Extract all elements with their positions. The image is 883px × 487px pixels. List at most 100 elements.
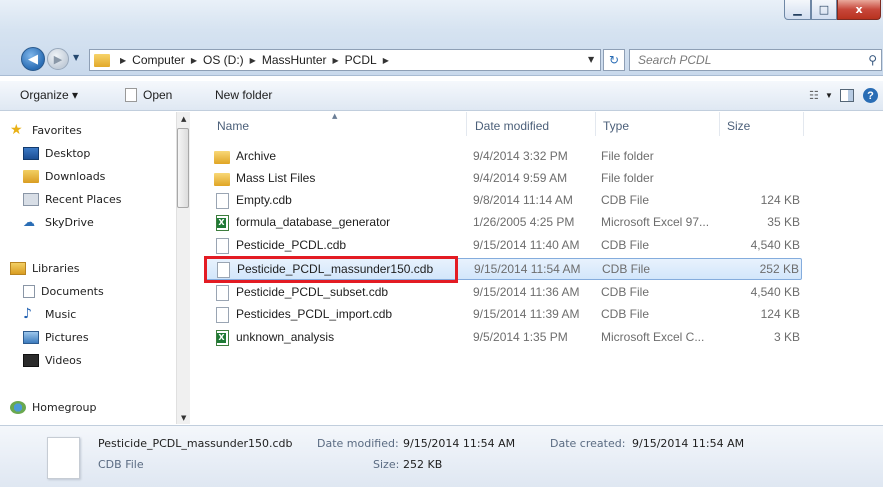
column-divider[interactable] <box>595 112 596 136</box>
title-bar: ▁ □ x ◀ ▶ ▼ ▶ Computer ▶ OS (D:) ▶ MassH… <box>0 0 883 76</box>
breadcrumb-os-drive[interactable]: OS (D:) <box>203 53 244 67</box>
file-size: 124 KB <box>760 193 800 207</box>
nav-music[interactable]: ♪ Music <box>23 306 77 322</box>
file-row-unknown-analysis[interactable]: unknown_analysis 9/5/2014 1:35 PM Micros… <box>205 327 802 349</box>
chevron-right-icon: ▶ <box>120 55 127 65</box>
column-divider[interactable] <box>803 112 804 136</box>
nav-label: SkyDrive <box>45 216 94 229</box>
details-filetype: CDB File <box>98 458 144 471</box>
documents-icon <box>23 285 35 298</box>
libraries-icon <box>10 262 26 275</box>
nav-label: Recent Places <box>45 193 122 206</box>
nav-label: Music <box>45 308 77 321</box>
file-type: CDB File <box>602 262 651 276</box>
column-divider[interactable] <box>466 112 467 136</box>
column-header-type[interactable]: Type <box>603 119 629 133</box>
excel-icon <box>216 330 229 346</box>
breadcrumb-masshunter[interactable]: MassHunter <box>262 53 327 67</box>
nav-downloads[interactable]: Downloads <box>23 170 105 183</box>
column-header-date[interactable]: Date modified <box>475 119 549 133</box>
scroll-up-icon[interactable]: ▲ <box>181 115 186 123</box>
file-row-formula-database-generator[interactable]: formula_database_generator 1/26/2005 4:2… <box>205 212 802 234</box>
details-date-modified-label: Date modified: <box>317 437 399 450</box>
nav-label: Homegroup <box>32 401 97 414</box>
chevron-right-icon[interactable]: ▶ <box>250 56 256 65</box>
nav-label: Favorites <box>32 124 82 137</box>
file-row-pesticide-pcdl[interactable]: Pesticide_PCDL.cdb 9/15/2014 11:40 AM CD… <box>205 235 802 257</box>
nav-libraries[interactable]: Libraries <box>10 262 80 275</box>
file-type: CDB File <box>601 238 650 252</box>
desktop-icon <box>23 147 39 160</box>
column-header-name[interactable]: Name <box>217 119 249 133</box>
breadcrumb-computer[interactable]: Computer <box>132 53 185 67</box>
file-date: 9/15/2014 11:40 AM <box>473 238 580 252</box>
sort-ascending-icon: ▲ <box>332 112 338 120</box>
file-type: Microsoft Excel C... <box>601 330 705 344</box>
file-type: Microsoft Excel 97... <box>601 215 710 229</box>
nav-homegroup[interactable]: Homegroup <box>10 401 96 414</box>
cloud-icon: ☁ <box>23 215 35 229</box>
details-size: 252 KB <box>403 458 443 471</box>
nav-desktop[interactable]: Desktop <box>23 147 90 160</box>
forward-button[interactable]: ▶ <box>47 48 69 70</box>
file-name: unknown_analysis <box>236 330 335 344</box>
file-size: 124 KB <box>760 307 800 321</box>
column-divider[interactable] <box>719 112 720 136</box>
search-box[interactable]: ⚲ <box>629 49 882 71</box>
file-icon <box>47 437 80 479</box>
file-icon <box>216 193 229 209</box>
details-pane <box>0 425 883 487</box>
nav-videos[interactable]: Videos <box>23 354 82 367</box>
open-button[interactable]: Open <box>125 88 172 102</box>
chevron-right-icon[interactable]: ▶ <box>333 56 339 65</box>
arrow-right-icon: ▶ <box>53 52 63 66</box>
address-bar[interactable]: ▶ Computer ▶ OS (D:) ▶ MassHunter ▶ PCDL… <box>89 49 601 71</box>
nav-skydrive[interactable]: ☁ SkyDrive <box>23 215 94 230</box>
file-date: 9/8/2014 11:14 AM <box>473 193 573 207</box>
folder-icon <box>214 151 230 164</box>
file-name: Archive <box>236 149 277 163</box>
help-icon[interactable]: ? <box>863 88 878 103</box>
new-folder-button[interactable]: New folder <box>215 88 272 102</box>
nav-recent-places[interactable]: Recent Places <box>23 193 122 206</box>
file-row-empty-cdb[interactable]: Empty.cdb 9/8/2014 11:14 AM CDB File 124… <box>205 190 802 212</box>
nav-documents[interactable]: Documents <box>23 285 104 298</box>
back-button[interactable]: ◀ <box>21 47 45 71</box>
minimize-button[interactable]: ▁ <box>784 0 811 20</box>
search-icon[interactable]: ⚲ <box>868 53 877 67</box>
nav-favorites[interactable]: ★ Favorites <box>10 123 82 137</box>
scroll-down-icon[interactable]: ▼ <box>181 414 186 422</box>
file-row-archive[interactable]: Archive 9/4/2014 3:32 PM File folder <box>205 146 802 168</box>
nav-scrollbar-thumb[interactable] <box>177 128 189 208</box>
maximize-button[interactable]: □ <box>811 0 837 20</box>
refresh-icon: ↻ <box>608 53 620 67</box>
refresh-button[interactable]: ↻ <box>603 49 625 71</box>
file-date: 9/4/2014 3:32 PM <box>473 149 568 163</box>
file-size: 4,540 KB <box>750 238 800 252</box>
file-size: 3 KB <box>773 330 800 344</box>
nav-label: Videos <box>45 354 82 367</box>
column-header-size[interactable]: Size <box>727 119 750 133</box>
view-options-icon[interactable]: ☷ <box>809 89 819 102</box>
chevron-right-icon[interactable]: ▶ <box>383 56 389 65</box>
file-date: 9/4/2014 9:59 AM <box>473 171 568 185</box>
file-name: formula_database_generator <box>236 215 391 229</box>
close-button[interactable]: x <box>837 0 881 20</box>
search-input[interactable] <box>638 53 858 67</box>
details-size-label: Size: <box>373 458 400 471</box>
chevron-right-icon[interactable]: ▶ <box>191 56 197 65</box>
view-dropdown-icon[interactable]: ▼ <box>825 91 833 100</box>
file-type: File folder <box>601 149 654 163</box>
annotation-highlight-box <box>204 256 458 283</box>
recent-locations-dropdown[interactable]: ▼ <box>73 53 79 62</box>
address-dropdown-icon[interactable]: ▼ <box>588 55 594 64</box>
preview-pane-icon[interactable] <box>840 89 854 102</box>
organize-button[interactable]: Organize ▾ <box>20 88 78 102</box>
file-row-pesticide-pcdl-subset[interactable]: Pesticide_PCDL_subset.cdb 9/15/2014 11:3… <box>205 282 802 304</box>
nav-pictures[interactable]: Pictures <box>23 331 89 344</box>
music-icon: ♪ <box>23 306 32 322</box>
nav-label: Desktop <box>45 147 91 160</box>
file-row-pesticides-pcdl-import[interactable]: Pesticides_PCDL_import.cdb 9/15/2014 11:… <box>205 304 802 326</box>
breadcrumb-pcdl[interactable]: PCDL <box>345 53 377 67</box>
file-row-mass-list-files[interactable]: Mass List Files 9/4/2014 9:59 AM File fo… <box>205 168 802 190</box>
